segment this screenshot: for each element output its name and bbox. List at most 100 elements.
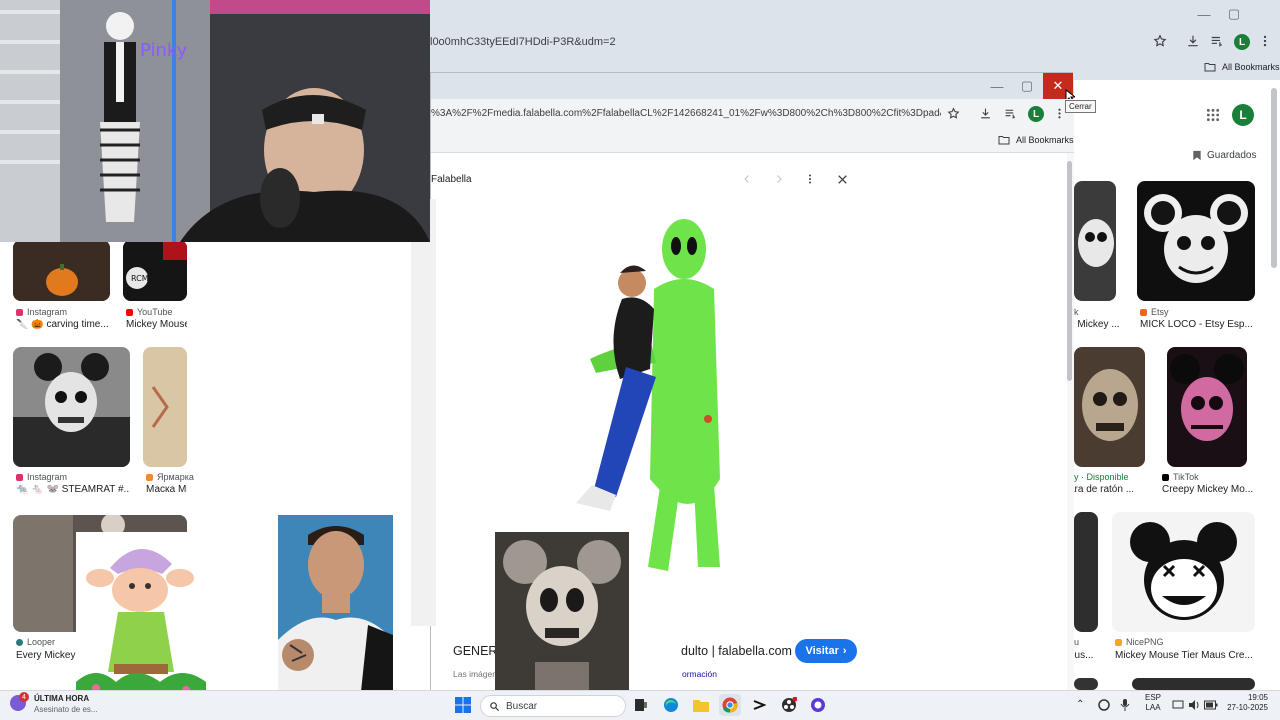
result-title[interactable]: 🐀 🐁 🐭 STEAMRAT #... [16, 484, 130, 495]
result-source: YouTube [126, 307, 172, 317]
result-source: Looper [16, 637, 55, 647]
saved-button[interactable]: Guardados [1192, 150, 1256, 161]
clock-time: 19:05 [1247, 693, 1268, 702]
close-tooltip: Cerrar [1065, 100, 1096, 113]
front-bookmark-star-icon[interactable] [947, 107, 960, 120]
nicepng-icon [1115, 638, 1122, 646]
result-thumbnail[interactable] [1167, 347, 1247, 467]
result-thumbnail[interactable] [1074, 347, 1145, 467]
close-preview-icon[interactable] [836, 173, 849, 186]
svg-text:RCM: RCM [131, 274, 149, 283]
result-title[interactable]: Mickey Mouse [126, 319, 187, 330]
front-page-gutter [877, 153, 1067, 691]
app-circle-icon[interactable] [807, 694, 829, 716]
edge-icon[interactable] [660, 694, 682, 716]
preview-disclaimer-link[interactable]: ormación [682, 669, 717, 679]
all-bookmarks-button[interactable]: All Bookmarks [1204, 62, 1280, 72]
result-thumbnail[interactable] [1074, 678, 1098, 690]
svg-text:Pinky: Pinky [140, 40, 188, 61]
result-title[interactable]: 🔪 🎃 carving time... [16, 319, 110, 330]
result-thumbnail[interactable] [13, 240, 110, 301]
result-thumbnail[interactable] [1074, 181, 1116, 301]
file-explorer-icon[interactable] [690, 694, 712, 716]
tray-network-app-icon[interactable] [1098, 699, 1110, 711]
result-source: TikTok [1162, 472, 1199, 482]
result-source: k [1074, 307, 1079, 317]
result-source: Instagram [16, 472, 67, 482]
more-options-icon[interactable] [804, 173, 816, 185]
tray-overflow-chevron-icon[interactable]: ⌃ [1076, 699, 1084, 710]
result-title[interactable]: e Mickey ... [1069, 319, 1121, 330]
bookmark-star-icon[interactable] [1153, 34, 1167, 48]
result-thumbnail[interactable]: RCM [123, 240, 187, 301]
folder-icon [1204, 63, 1216, 72]
page-scrollbar[interactable] [1271, 88, 1277, 268]
wifi-icon[interactable] [1172, 699, 1184, 711]
front-download-icon[interactable] [979, 107, 992, 120]
menu-kebab-icon[interactable] [1258, 34, 1272, 48]
result-source: u [1074, 637, 1080, 647]
result-title[interactable]: Every Mickey [16, 650, 76, 661]
front-maximize-button[interactable]: ▢ [1009, 73, 1045, 99]
result-source: Etsy [1140, 307, 1169, 317]
task-view-icon[interactable] [630, 694, 652, 716]
news-subtitle[interactable]: Asesinato de es... [34, 705, 98, 714]
clock-date: 27-10-2025 [1227, 703, 1268, 712]
lang-line2: LAA [1145, 703, 1161, 712]
front-all-bookmarks-label: All Bookmarks [1016, 135, 1074, 145]
saved-label: Guardados [1207, 150, 1257, 161]
folder-icon [998, 136, 1010, 145]
result-thumbnail[interactable] [1074, 512, 1098, 632]
result-source: y · Disponible [1074, 472, 1129, 482]
result-title[interactable]: MICK LOCO - Etsy Esp... [1140, 319, 1258, 330]
apps-grid-icon[interactable] [1206, 108, 1220, 122]
taskbar-search-box[interactable]: Buscar [480, 695, 626, 717]
result-source: Instagram [16, 307, 67, 317]
result-thumbnail[interactable] [1112, 512, 1255, 632]
back-maximize-button[interactable]: ▢ [1216, 1, 1252, 27]
result-title[interactable]: Маска Ми [146, 484, 187, 495]
etsy-icon [1140, 308, 1147, 316]
next-arrow-icon[interactable] [773, 173, 785, 185]
page-profile-avatar[interactable]: L [1232, 104, 1254, 126]
result-title[interactable]: ara de ratón ... [1069, 484, 1141, 495]
preview-title-suffix[interactable]: dulto | falabella.com [681, 644, 792, 658]
windows-taskbar: 4 ÚLTIMA HORA Asesinato de es... Buscar … [0, 690, 1280, 720]
result-title[interactable]: Creepy Mickey Mo... [1162, 484, 1262, 495]
volume-icon[interactable] [1188, 699, 1200, 711]
battery-icon[interactable] [1204, 699, 1218, 711]
chrome-icon[interactable] [719, 694, 741, 716]
instagram-icon [16, 473, 23, 481]
saved-icon [1193, 150, 1201, 161]
result-thumbnail[interactable] [1137, 181, 1255, 301]
search-placeholder: Buscar [506, 700, 538, 712]
instagram-icon [16, 308, 23, 316]
result-thumbnail[interactable] [13, 347, 130, 467]
result-title[interactable]: Mickey Mouse Tier Maus Cre... [1115, 650, 1255, 661]
news-title[interactable]: ÚLTIMA HORA [34, 694, 89, 703]
chevron-right-icon: › [842, 645, 847, 657]
visit-button[interactable]: Visitar › [795, 639, 857, 663]
microphone-icon[interactable] [1120, 699, 1130, 711]
input-language-indicator[interactable]: ESP LAA [1145, 693, 1161, 713]
result-source: NicePNG [1115, 637, 1164, 647]
capcut-icon[interactable] [748, 694, 770, 716]
start-button[interactable] [452, 694, 474, 716]
profile-avatar[interactable]: L [1234, 34, 1250, 50]
result-thumbnail[interactable] [1132, 678, 1255, 690]
prev-arrow-icon[interactable] [741, 173, 753, 185]
front-profile-avatar[interactable]: L [1028, 106, 1044, 122]
back-address-bar[interactable]: l0o0mhC33tyEEdI7HDdi-P3R&udm=2 [430, 36, 1130, 48]
front-address-bar[interactable]: %3A%2F%2Fmedia.falabella.com%2Ffalabella… [431, 108, 941, 119]
preview-site-name[interactable]: Falabella [431, 174, 472, 185]
preview-image-frame [411, 199, 866, 626]
front-all-bookmarks-button[interactable]: All Bookmarks [998, 135, 1074, 145]
result-thumbnail[interactable] [143, 347, 187, 467]
reading-list-icon[interactable] [1210, 34, 1224, 48]
front-reading-list-icon[interactable] [1004, 107, 1017, 120]
download-icon[interactable] [1186, 34, 1200, 48]
yarmarka-icon [146, 473, 153, 481]
front-page-scrollbar[interactable] [1067, 161, 1072, 381]
obs-icon[interactable] [778, 694, 800, 716]
clock[interactable]: 19:05 27-10-2025 [1226, 693, 1268, 713]
